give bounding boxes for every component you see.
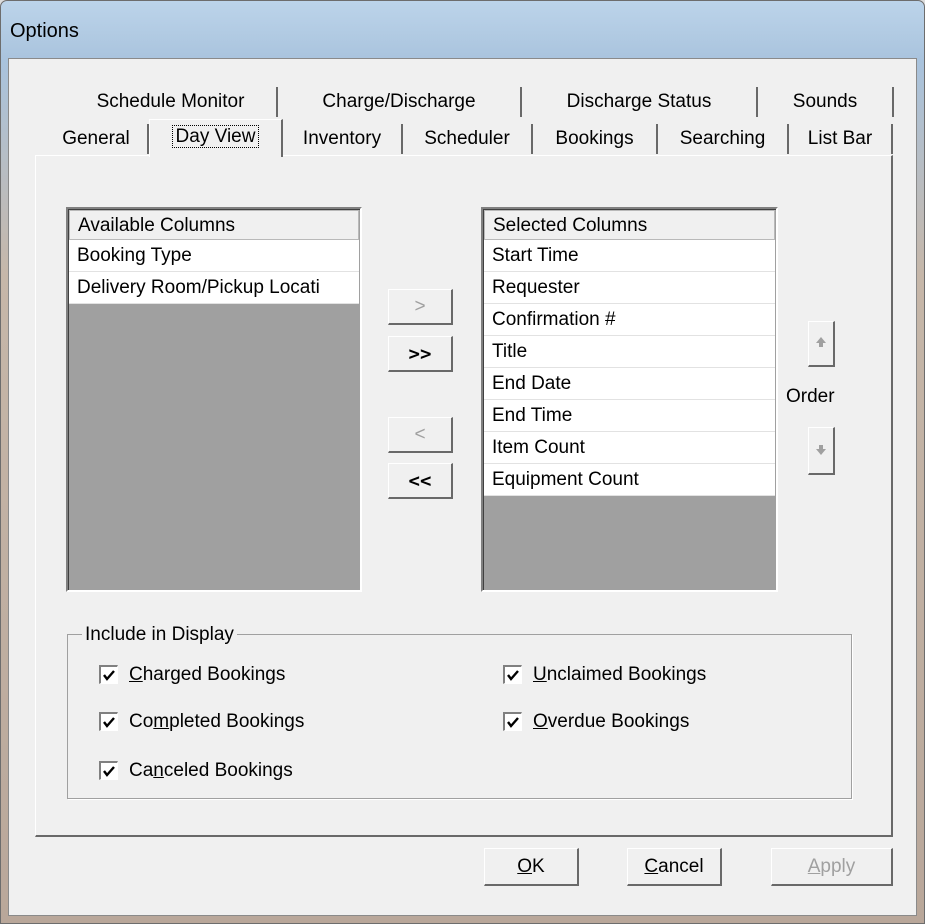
tab-discharge-status[interactable]: Discharge Status (522, 87, 758, 117)
tab-list-bar[interactable]: List Bar (789, 124, 893, 154)
checkmark-icon (507, 717, 519, 729)
checkbox-box[interactable] (99, 712, 118, 732)
list-item[interactable]: End Time (484, 400, 775, 432)
arrow-up-icon (816, 337, 826, 347)
tab-label: Searching (679, 128, 766, 149)
tab-label: List Bar (807, 128, 873, 149)
checkmark-icon (103, 670, 115, 682)
tab-label: Bookings (555, 128, 634, 149)
charged-bookings-checkbox[interactable]: Charged Bookings (99, 662, 285, 688)
checkbox-label-mnemonic: C (129, 664, 143, 685)
list-item[interactable]: Confirmation # (484, 304, 775, 336)
checkmark-icon (103, 766, 115, 778)
button-mnemonic: O (517, 856, 533, 877)
checkbox-box[interactable] (503, 665, 522, 685)
tab-inventory[interactable]: Inventory (283, 124, 403, 154)
ok-button[interactable]: OK (484, 848, 579, 886)
overdue-bookings-checkbox[interactable]: Overdue Bookings (503, 709, 689, 735)
checkbox-label-mnemonic: m (153, 711, 170, 732)
checkbox-box[interactable] (99, 761, 118, 781)
checkbox-label-mnemonic: U (533, 664, 547, 685)
tab-label: Charge/Discharge (322, 91, 476, 112)
order-label: Order (786, 386, 835, 407)
list-item[interactable]: Equipment Count (484, 464, 775, 496)
tab-label: Sounds (792, 91, 858, 112)
checkbox-box[interactable] (99, 665, 118, 685)
tab-schedule-monitor[interactable]: Schedule Monitor (65, 87, 278, 117)
button-mnemonic: C (644, 856, 659, 877)
list-item[interactable]: Booking Type (69, 240, 359, 272)
checkbox-label: Ca (129, 760, 154, 781)
add-all-columns-button[interactable]: >> (388, 336, 453, 372)
tab-label: Schedule Monitor (96, 91, 245, 112)
checkbox-label-mnemonic: O (533, 711, 548, 732)
checkbox-label: verdue Bookings (547, 711, 690, 732)
tab-label: Discharge Status (566, 91, 712, 112)
window-title: Options (10, 20, 79, 42)
checkbox-label: pleted Bookings (169, 711, 305, 732)
button-label: K (532, 856, 545, 877)
tab-searching[interactable]: Searching (658, 124, 789, 154)
checkbox-label-mnemonic: n (153, 760, 164, 781)
button-mnemonic: A (807, 856, 821, 877)
list-item[interactable]: Item Count (484, 432, 775, 464)
available-columns-header[interactable]: Available Columns (69, 210, 359, 240)
available-columns-list[interactable]: Available Columns Booking Type Delivery … (66, 207, 362, 592)
remove-all-columns-button[interactable]: << (388, 463, 453, 499)
group-label: Include in Display (82, 624, 237, 646)
tab-bookings[interactable]: Bookings (533, 124, 658, 154)
tab-label: Day View (171, 125, 260, 148)
move-up-button[interactable] (808, 321, 835, 367)
remove-column-button[interactable]: < (388, 417, 453, 453)
tab-charge-discharge[interactable]: Charge/Discharge (278, 87, 522, 117)
tab-label: Inventory (302, 128, 382, 149)
tab-sounds[interactable]: Sounds (758, 87, 894, 117)
tab-scheduler[interactable]: Scheduler (403, 124, 533, 154)
cancel-button[interactable]: Cancel (627, 848, 722, 886)
checkbox-box[interactable] (503, 712, 522, 732)
list-item[interactable]: Requester (484, 272, 775, 304)
button-label: ancel (658, 856, 704, 877)
list-item[interactable]: End Date (484, 368, 775, 400)
tab-general[interactable]: General (45, 124, 149, 154)
checkbox-label: Co (129, 711, 154, 732)
completed-bookings-checkbox[interactable]: Completed Bookings (99, 709, 304, 735)
list-item[interactable]: Start Time (484, 240, 775, 272)
arrow-down-icon (816, 445, 826, 455)
move-down-button[interactable] (808, 427, 835, 475)
list-item[interactable]: Delivery Room/Pickup Locati (69, 272, 359, 304)
button-label: pply (820, 856, 856, 877)
selected-columns-header[interactable]: Selected Columns (484, 210, 775, 240)
selected-columns-list[interactable]: Selected Columns Start Time Requester Co… (481, 207, 778, 592)
checkbox-label: celed Bookings (163, 760, 293, 781)
tab-day-view[interactable]: Day View (149, 119, 283, 157)
tab-label: General (62, 128, 130, 149)
list-item[interactable]: Title (484, 336, 775, 368)
canceled-bookings-checkbox[interactable]: Canceled Bookings (99, 758, 293, 784)
add-column-button[interactable]: > (388, 289, 453, 325)
tab-label: Scheduler (424, 128, 510, 149)
checkbox-label: harged Bookings (142, 664, 286, 685)
unclaimed-bookings-checkbox[interactable]: Unclaimed Bookings (503, 662, 706, 688)
checkmark-icon (507, 670, 519, 682)
checkbox-label: nclaimed Bookings (546, 664, 707, 685)
checkmark-icon (103, 717, 115, 729)
apply-button[interactable]: Apply (771, 848, 893, 886)
